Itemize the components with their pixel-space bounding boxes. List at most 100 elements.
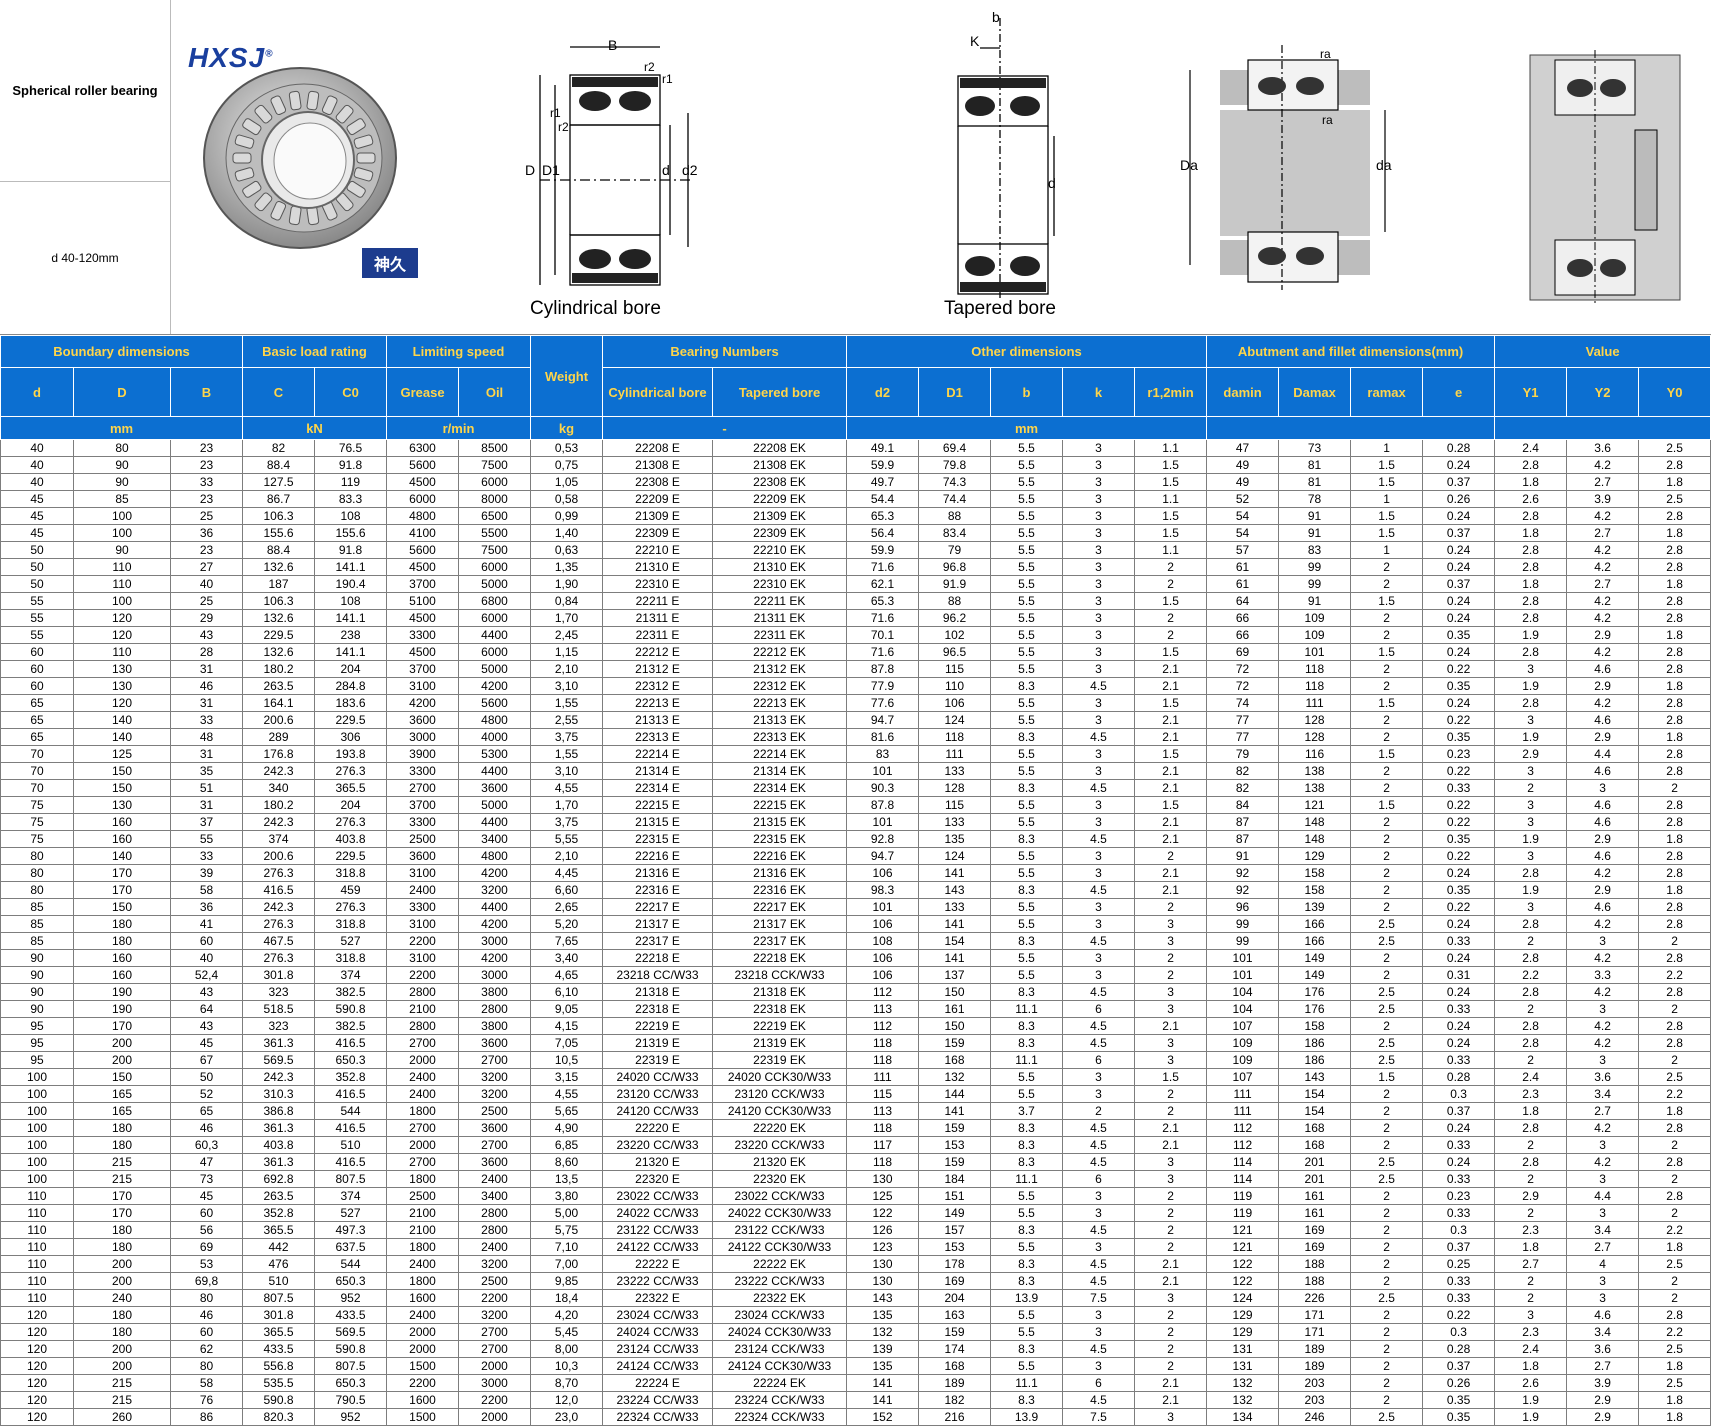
table-cell: 3 — [1062, 473, 1136, 491]
table-cell: 5.5 — [990, 813, 1064, 831]
table-cell: 22217 EK — [712, 898, 848, 916]
table-row: 80 140 33 200.6 229.5 3600 4800 2,10 22216 E 2221… — [0, 847, 1711, 865]
table-cell: 2.8 — [1494, 864, 1568, 882]
label-b: b — [992, 9, 1000, 25]
table-cell: 2.3 — [1494, 1221, 1568, 1239]
table-cell: 6000 — [457, 643, 532, 661]
table-cell: 0.24 — [1422, 694, 1496, 712]
table-cell: 22315 E — [602, 830, 714, 848]
label-D: D — [525, 162, 535, 178]
table-cell: 108 — [846, 932, 920, 950]
table-cell: 382.5 — [314, 1017, 387, 1035]
table-cell: 159 — [918, 1323, 992, 1341]
table-cell: 3 — [1134, 932, 1208, 950]
table-cell: 215 — [73, 1170, 171, 1188]
table-cell: 170 — [73, 1187, 171, 1205]
table-cell: 5.5 — [990, 541, 1064, 559]
table-cell: 61 — [1206, 575, 1280, 593]
table-cell: 22314 EK — [712, 779, 848, 797]
table-cell: 0.33 — [1422, 1204, 1496, 1222]
table-cell: 3 — [1494, 1306, 1568, 1324]
table-cell: 24024 CCK30/W33 — [712, 1323, 848, 1341]
table-cell: 137 — [918, 966, 992, 984]
table-cell: 3300 — [386, 762, 459, 780]
table-cell: 4.5 — [1062, 1153, 1136, 1171]
table-cell: 69 — [170, 1238, 243, 1256]
table-cell: 104 — [1206, 983, 1280, 1001]
table-cell: 2 — [1350, 864, 1424, 882]
table-cell: 2400 — [457, 1170, 532, 1188]
table-cell: 132 — [1206, 1391, 1280, 1409]
table-row: 70 125 31 176.8 193.8 3900 5300 1,55 22214 E 2221… — [0, 745, 1711, 763]
table-row: 120 200 80 556.8 807.5 1500 2000 10,3 24124 CC/W… — [0, 1357, 1711, 1375]
table-cell: 169 — [1278, 1221, 1352, 1239]
table-cell: 361.3 — [242, 1153, 315, 1171]
table-cell: 70.1 — [846, 626, 920, 644]
table-cell: 21308 E — [602, 456, 714, 474]
table-cell: 123 — [846, 1238, 920, 1256]
table-cell: 99 — [1206, 932, 1280, 950]
table-cell: 90 — [73, 541, 171, 559]
table-cell: 4200 — [457, 915, 532, 933]
table-cell: 8.3 — [990, 1153, 1064, 1171]
table-cell: 1.8 — [1494, 524, 1568, 542]
table-cell: 2 — [1062, 1102, 1136, 1120]
table-cell: 807.5 — [314, 1170, 387, 1188]
table-cell: 2.5 — [1638, 490, 1711, 508]
table-cell: 77.6 — [846, 694, 920, 712]
table-cell: 21309 EK — [712, 507, 848, 525]
table-cell: 100 — [0, 1136, 74, 1154]
table-cell: 2.8 — [1638, 1017, 1711, 1035]
table-cell: 2.8 — [1638, 745, 1711, 763]
table-cell: 176 — [1278, 983, 1352, 1001]
table-cell: 2.8 — [1638, 456, 1711, 474]
table-cell: 2.8 — [1638, 847, 1711, 865]
table-cell: 2.8 — [1638, 915, 1711, 933]
table-cell: 276.3 — [242, 949, 315, 967]
table-cell: 22320 EK — [712, 1170, 848, 1188]
table-cell: 176 — [1278, 1000, 1352, 1018]
table-cell: 4.6 — [1566, 796, 1640, 814]
table-cell: 138 — [1278, 762, 1352, 780]
table-cell: 120 — [0, 1391, 74, 1409]
unit-rmin: r/min — [385, 416, 532, 440]
table-cell: 23 — [170, 439, 243, 457]
group-boundary: Boundary dimensions — [0, 335, 243, 368]
table-cell: 143 — [1278, 1068, 1352, 1086]
table-cell: 416.5 — [314, 1085, 387, 1103]
table-cell: 1.9 — [1494, 881, 1568, 899]
table-cell: 4.4 — [1566, 745, 1640, 763]
table-cell: 0.33 — [1422, 1000, 1496, 1018]
group-numbers: Bearing Numbers — [602, 335, 848, 368]
table-cell: 180 — [73, 932, 171, 950]
table-cell: 130 — [846, 1255, 920, 1273]
table-cell: 22319 E — [602, 1051, 714, 1069]
table-cell: 168 — [918, 1051, 992, 1069]
table-cell: 100 — [0, 1068, 74, 1086]
table-cell: 200 — [73, 1255, 171, 1273]
table-cell: 5.5 — [990, 864, 1064, 882]
table-cell: 141.1 — [314, 609, 387, 627]
table-cell: 5.5 — [990, 626, 1064, 644]
table-cell: 22211 E — [602, 592, 714, 610]
table-cell: 4.2 — [1566, 558, 1640, 576]
table-row: 55 100 25 106.3 108 5100 6800 0,84 22211 E 22211 … — [0, 592, 1711, 610]
table-cell: 91 — [1206, 847, 1280, 865]
table-cell: 23124 CCK/W33 — [712, 1340, 848, 1358]
table-cell: 2.8 — [1638, 609, 1711, 627]
table-cell: 4.2 — [1566, 541, 1640, 559]
table-cell: 382.5 — [314, 983, 387, 1001]
table-cell: 91 — [1278, 524, 1352, 542]
table-row: 75 130 31 180.2 204 3700 5000 1,70 22215 E 22215 … — [0, 796, 1711, 814]
table-cell: 2400 — [457, 1238, 532, 1256]
table-cell: 2 — [1350, 830, 1424, 848]
table-cell: 3,75 — [530, 813, 604, 831]
table-cell: 21317 E — [602, 915, 714, 933]
table-cell: 5600 — [457, 694, 532, 712]
table-cell: 2.9 — [1494, 1187, 1568, 1205]
table-cell: 2.5 — [1638, 1255, 1711, 1273]
table-cell: 276.3 — [242, 864, 315, 882]
table-cell: 46 — [170, 1119, 243, 1137]
table-cell: 106 — [846, 915, 920, 933]
table-cell: 11.1 — [990, 1000, 1064, 1018]
